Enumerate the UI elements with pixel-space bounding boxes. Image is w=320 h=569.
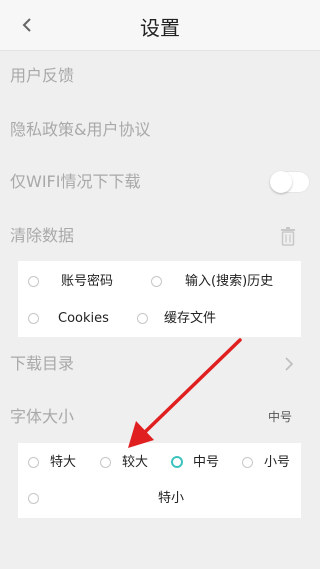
page-title: 设置: [140, 16, 180, 40]
font-size-value: 中号: [267, 410, 292, 424]
option-label: 输入(搜索)历史: [185, 274, 274, 289]
radio-button[interactable]: [28, 457, 39, 468]
clear-data-item: 清除数据: [10, 218, 310, 254]
option-label: 账号密码: [61, 274, 114, 289]
wifi-only-download-label: 仅WIFI情况下下载: [10, 172, 141, 191]
wifi-only-toggle[interactable]: [270, 171, 310, 193]
font-size-label: 字体大小: [10, 407, 75, 426]
radio-button[interactable]: [28, 493, 39, 504]
clear-data-options-panel: 账号密码 输入(搜索)历史 Cookies 缓存文件: [18, 261, 301, 337]
option-label: 中号: [193, 455, 220, 470]
font-size-item: 字体大小 中号: [10, 399, 310, 435]
option-label: Cookies: [58, 311, 109, 326]
header-bar: 设置: [0, 0, 320, 51]
user-feedback-label: 用户反馈: [10, 66, 75, 85]
privacy-policy-item[interactable]: 隐私政策&用户协议: [10, 112, 310, 148]
radio-button[interactable]: [242, 457, 253, 468]
option-label: 特大: [50, 455, 77, 470]
download-directory-label: 下载目录: [10, 354, 75, 373]
radio-button[interactable]: [28, 276, 39, 287]
chevron-right-icon: [285, 357, 294, 371]
option-label: 较大: [122, 455, 149, 470]
font-size-options-panel: 特大 较大 中号 小号 特小: [18, 443, 301, 518]
download-directory-item[interactable]: 下载目录: [10, 346, 310, 382]
radio-button[interactable]: [28, 313, 39, 324]
privacy-policy-label: 隐私政策&用户协议: [10, 120, 151, 139]
radio-button[interactable]: [137, 313, 148, 324]
option-label: 小号: [264, 455, 291, 470]
radio-button-selected[interactable]: [171, 456, 183, 468]
radio-button[interactable]: [151, 276, 162, 287]
clear-data-label: 清除数据: [10, 226, 75, 245]
wifi-only-download-item: 仅WIFI情况下下载: [10, 164, 310, 200]
option-label: 特小: [158, 491, 185, 506]
trash-icon[interactable]: [280, 226, 296, 246]
user-feedback-item[interactable]: 用户反馈: [10, 58, 310, 94]
option-label: 缓存文件: [164, 311, 217, 326]
toggle-knob: [270, 171, 292, 193]
radio-button[interactable]: [100, 457, 111, 468]
